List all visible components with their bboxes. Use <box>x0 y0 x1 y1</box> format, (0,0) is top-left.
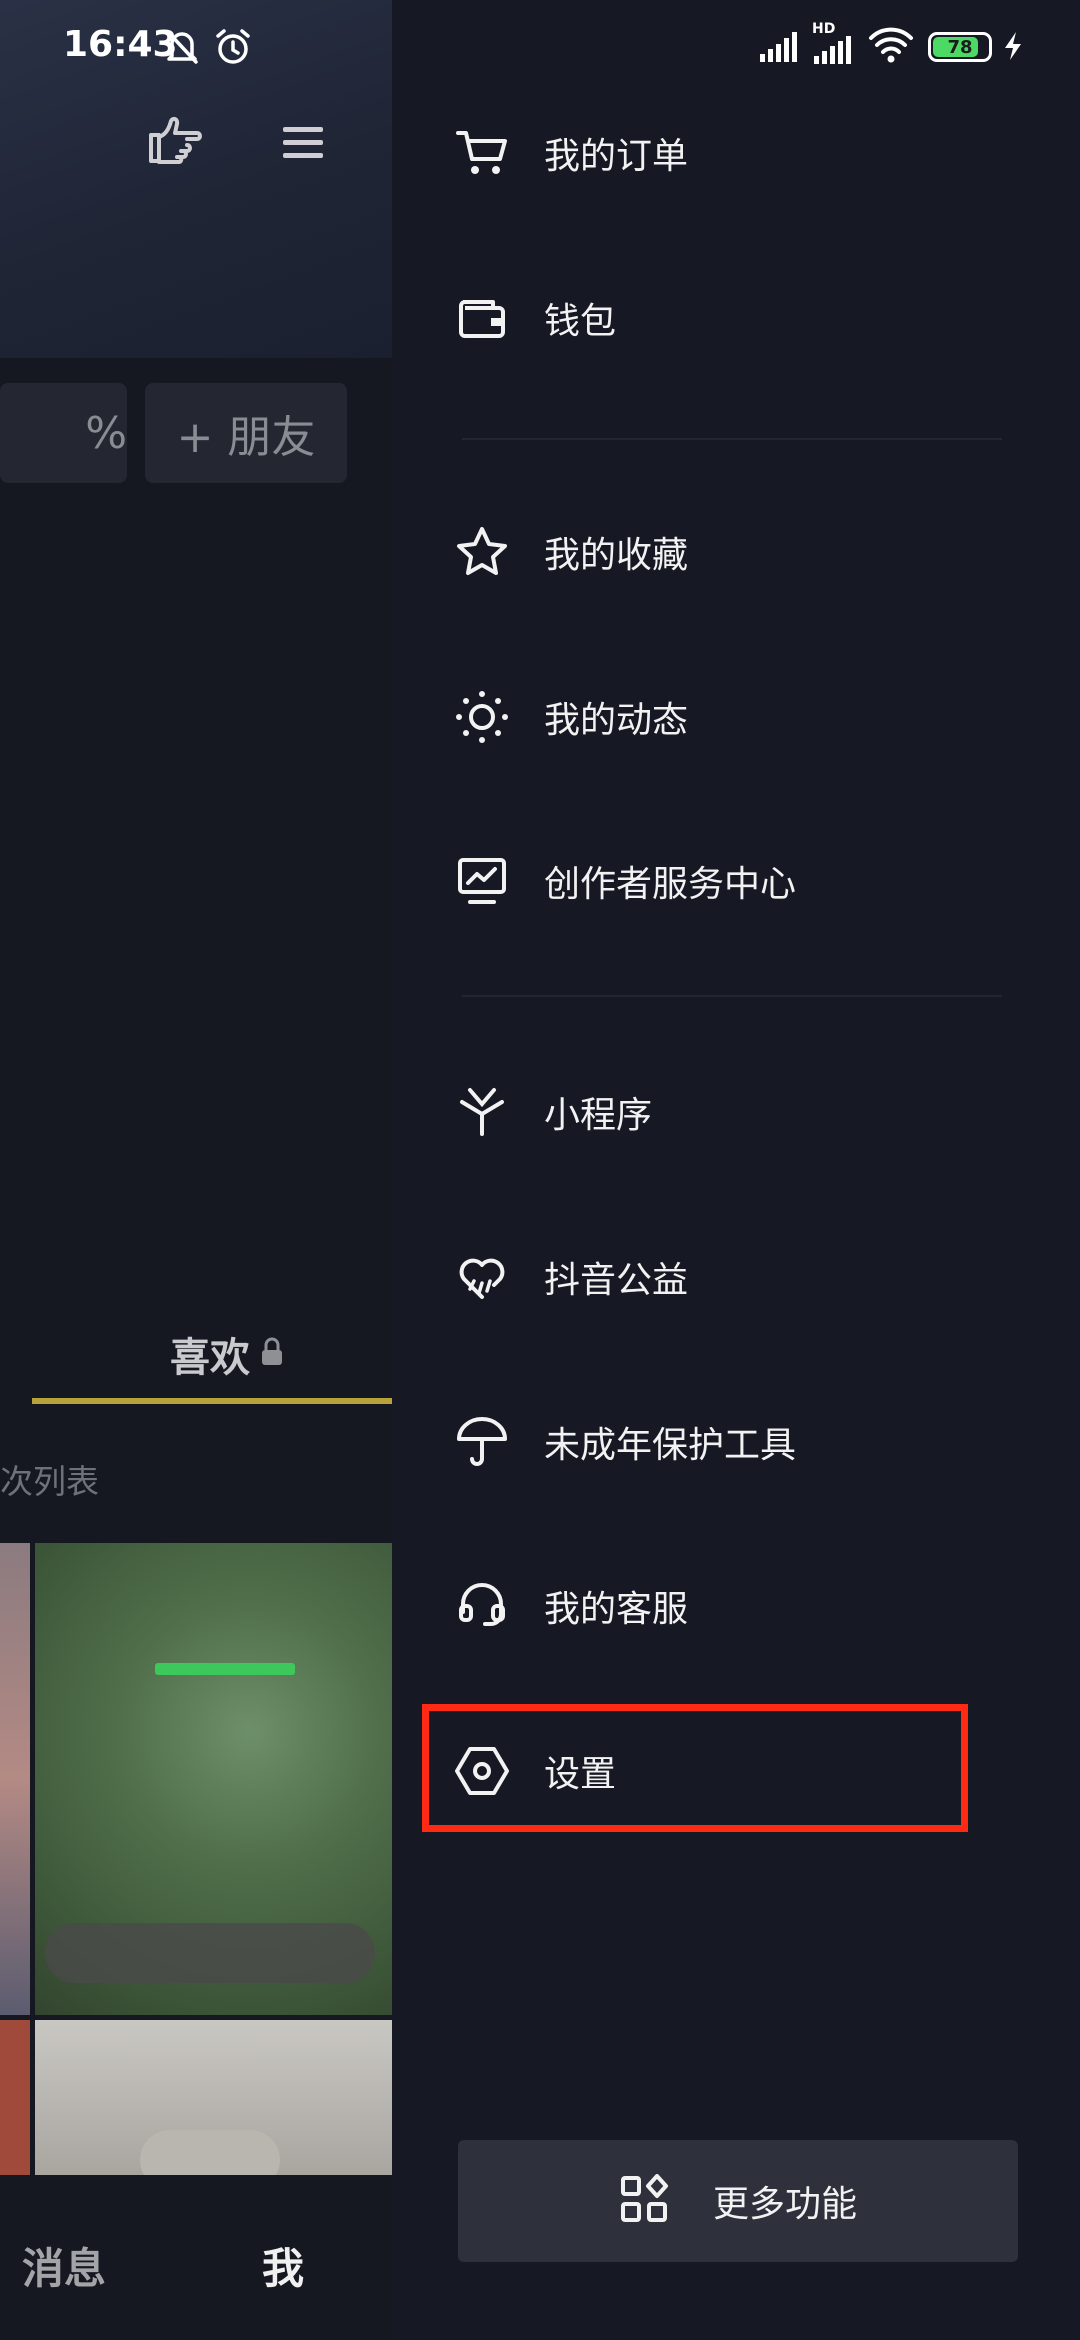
menu-item-label: 小程序 <box>544 1095 653 1136</box>
settings-hex-icon <box>452 1741 512 1801</box>
menu-item-wallet[interactable]: 钱包 <box>452 273 992 363</box>
charging-bolt-icon <box>1002 30 1024 66</box>
add-friend-label: + 朋友 <box>176 412 316 463</box>
tab-likes-label: 喜欢 <box>170 1335 250 1381</box>
side-drawer: 我的订单 钱包 我的收藏 我的动态 创作者服务中心 小程序 抖音公益 未成年保护… <box>392 0 1080 2340</box>
battery-percent: 78 <box>947 36 973 58</box>
health-bar <box>155 1663 295 1675</box>
wallet-icon <box>452 288 512 348</box>
menu-item-settings[interactable]: 设置 <box>452 1726 992 1816</box>
menu-item-label: 我的动态 <box>544 700 689 741</box>
tab-likes[interactable]: 喜欢 <box>170 1325 284 1383</box>
wifi-icon <box>868 26 914 68</box>
alarm-clock-icon <box>214 28 252 70</box>
lock-icon <box>260 1331 284 1377</box>
menu-item-activity[interactable]: 我的动态 <box>452 672 992 762</box>
status-time: 16:43 <box>63 24 178 65</box>
menu-item-label: 创作者服务中心 <box>544 864 797 905</box>
menu-item-charity[interactable]: 抖音公益 <box>452 1232 992 1322</box>
cart-icon <box>452 123 512 183</box>
blurred-caption <box>45 1923 375 1983</box>
headset-icon <box>452 1576 512 1636</box>
tab-underline <box>32 1398 392 1404</box>
monitor-chart-icon <box>452 851 512 911</box>
menu-item-label: 我的订单 <box>544 136 689 177</box>
signal-strength-icon <box>758 30 802 68</box>
edit-profile-label: % <box>85 407 127 459</box>
bell-muted-icon <box>164 28 200 70</box>
menu-item-label: 钱包 <box>544 301 617 342</box>
status-bar: 16:43 HD 78 <box>0 0 1080 95</box>
menu-item-mini-programs[interactable]: 小程序 <box>452 1067 992 1157</box>
edit-profile-button[interactable]: % <box>0 383 127 483</box>
star-icon <box>452 522 512 582</box>
menu-item-label: 设置 <box>544 1754 617 1795</box>
charity-heart-icon <box>452 1247 512 1307</box>
mini-program-icon <box>452 1082 512 1142</box>
menu-item-favorites[interactable]: 我的收藏 <box>452 507 992 597</box>
nav-messages[interactable]: 消息 <box>22 2235 106 2296</box>
hand-pointer-icon[interactable] <box>140 108 210 178</box>
likes-list-hint: 次列表 <box>0 1462 99 1501</box>
grid-apps-icon <box>619 2174 669 2228</box>
add-friend-button[interactable]: + 朋友 <box>145 383 347 483</box>
menu-hamburger-icon[interactable] <box>268 108 338 178</box>
menu-item-label: 未成年保护工具 <box>544 1425 797 1466</box>
menu-item-customer-service[interactable]: 我的客服 <box>452 1561 992 1651</box>
video-thumbnail[interactable] <box>0 1543 30 2015</box>
menu-item-creator-center[interactable]: 创作者服务中心 <box>452 836 992 926</box>
menu-item-orders[interactable]: 我的订单 <box>452 108 992 198</box>
nav-me[interactable]: 我 <box>262 2235 304 2296</box>
menu-item-minor-protection[interactable]: 未成年保护工具 <box>452 1397 992 1487</box>
battery-icon: 78 <box>928 32 992 62</box>
network-hd-label: HD <box>812 21 836 37</box>
video-thumbnail[interactable] <box>35 1543 392 2015</box>
menu-item-label: 我的客服 <box>544 1589 689 1630</box>
signal-hd-icon: HD <box>812 22 856 66</box>
more-features-button[interactable]: 更多功能 <box>458 2140 1018 2262</box>
menu-item-label: 我的收藏 <box>544 535 689 576</box>
menu-divider <box>462 995 1002 997</box>
umbrella-icon <box>452 1412 512 1472</box>
menu-item-label: 抖音公益 <box>544 1260 689 1301</box>
profile-page-background: % + 朋友 喜欢 次列表 消息 我 <box>0 0 392 2340</box>
sun-icon <box>452 687 512 747</box>
more-features-label: 更多功能 <box>712 2184 857 2225</box>
menu-divider <box>462 438 1002 440</box>
